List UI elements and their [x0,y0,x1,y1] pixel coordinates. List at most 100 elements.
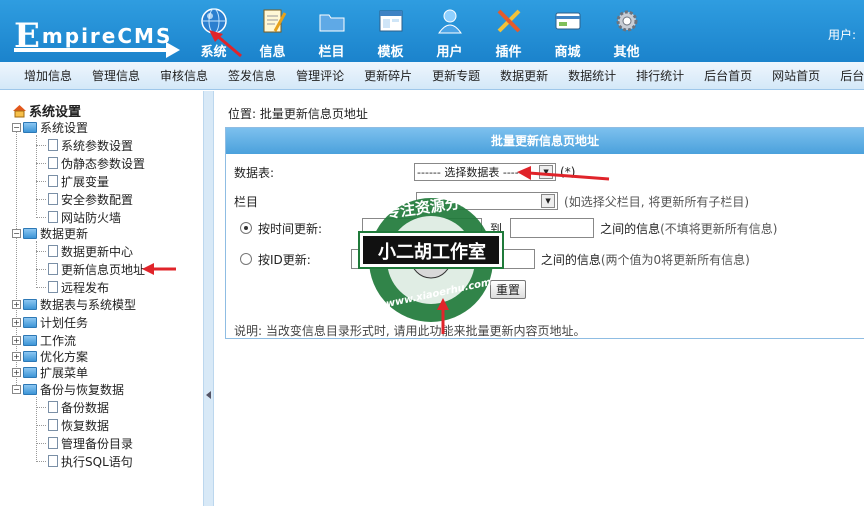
tree-group-backup[interactable]: − 备份与恢复数据 [12,381,124,397]
collapse-icon: − [12,384,21,394]
tree-item-label: 更新信息页地址 [61,262,146,277]
folder-icon [23,298,37,310]
user-label: 用户: [827,28,856,42]
tree-item-pseudo-static[interactable]: 伪静态参数设置 [36,155,145,171]
nav-shop-label: 商城 [554,45,581,60]
subnav-update-topic[interactable]: 更新专题 [432,67,480,84]
tree-item-exec-sql[interactable]: 执行SQL语句 [36,453,133,469]
annotation-arrow-table-select [517,166,610,181]
tree-item-label: 远程发布 [61,280,110,295]
expand-icon: + [12,317,21,327]
end-time-input[interactable] [510,218,595,238]
subnav-site-home[interactable]: 网站首页 [772,67,820,84]
page-icon [48,193,58,205]
page-icon [48,139,58,151]
tree-group-data-update[interactable]: − 数据更新 [12,225,88,241]
tree-item-label: 数据更新中心 [61,244,134,259]
subnav-admin-map[interactable]: 后台地图 [840,67,864,84]
nav-column[interactable]: 栏目 [302,0,361,62]
folder-open-icon [23,121,37,133]
nav-plugin[interactable]: 插件 [479,0,538,62]
nav-column-label: 栏目 [318,45,345,60]
chevron-down-icon: ▼ [541,194,556,208]
folder-open-icon [23,227,37,239]
nav-template[interactable]: 模板 [361,0,420,62]
nav-info[interactable]: 信息 [243,0,302,62]
page-icon [48,157,58,169]
nav-user[interactable]: 用户 [420,0,479,62]
radio-by-id[interactable] [240,253,252,265]
between-label-time: 之间的信息 [600,221,661,236]
tree-group-workflow[interactable]: + 工作流 [12,332,76,348]
page-icon [48,401,58,413]
collapse-icon: − [12,228,21,238]
subnav-rank-stats[interactable]: 排行统计 [636,67,684,84]
tree-group-system-settings[interactable]: − 系统设置 [12,119,88,135]
radio-by-time[interactable] [240,222,252,234]
notepad-icon [258,6,288,36]
sidebar: 系统设置 − 系统设置 系统参数设置 伪静态参数设置 扩展变量 安全参数配置 网站… [0,91,204,506]
tree-item-label: 管理备份目录 [61,436,134,451]
tree-item-system-params[interactable]: 系统参数设置 [36,137,134,153]
tree-item-ext-vars[interactable]: 扩展变量 [36,173,110,189]
card-icon [553,6,583,36]
subnav-data-stats[interactable]: 数据统计 [568,67,616,84]
tree-group-label: 扩展菜单 [40,365,89,380]
folder-icon [23,350,37,362]
tree-item-security[interactable]: 安全参数配置 [36,191,133,207]
nav-shop[interactable]: 商城 [538,0,597,62]
tree-group-label: 备份与恢复数据 [40,382,125,397]
folder-icon [317,6,347,36]
time-hint: (不填将更新所有信息) [660,221,778,236]
subnav-add-info[interactable]: 增加信息 [24,67,72,84]
column-label: 栏目 [234,194,259,209]
page-icon [48,437,58,449]
expand-icon: + [12,351,21,361]
tree-group-optimize[interactable]: + 优化方案 [12,348,88,364]
subnav-data-update[interactable]: 数据更新 [500,67,548,84]
expand-icon: + [12,299,21,309]
form-title: 批量更新信息页地址 [226,128,864,154]
subnav-admin-home[interactable]: 后台首页 [704,67,752,84]
tree-item-update-center[interactable]: 数据更新中心 [36,243,134,259]
tree-group-label: 优化方案 [40,349,89,364]
watermark-seal: 专注资源分享 小二胡工作室 www.xiaoerhu.com [355,188,507,328]
breadcrumb: 位置: 批量更新信息页地址 [228,107,368,121]
tree-item-label: 扩展变量 [61,174,110,189]
sidebar-title: 系统设置 [12,101,81,120]
subnav-manage-info[interactable]: 管理信息 [92,67,140,84]
tree-item-label: 备份数据 [61,400,110,415]
tree-item-label: 系统参数设置 [61,138,134,153]
tree-item-backup-data[interactable]: 备份数据 [36,399,110,415]
table-select-value: ------ 选择数据表 ----- [417,166,523,179]
folder-icon [23,334,37,346]
tree-group-label: 数据更新 [40,226,89,241]
tree-group-scheduled-tasks[interactable]: + 计划任务 [12,314,88,330]
sidebar-toggle[interactable] [204,91,214,506]
subnav-sign-info[interactable]: 签发信息 [228,67,276,84]
subnav-manage-comment[interactable]: 管理评论 [296,67,344,84]
page-icon [48,419,58,431]
subnav-review-info[interactable]: 审核信息 [160,67,208,84]
tree-item-remote-publish[interactable]: 远程发布 [36,279,110,295]
tree-item-firewall[interactable]: 网站防火墙 [36,209,121,225]
annotation-arrow-start [437,298,449,334]
tree-item-manage-backup-dir[interactable]: 管理备份目录 [36,435,134,451]
nav-user-label: 用户 [436,45,463,60]
by-id-label: 按ID更新: [258,252,311,267]
id-hint: (两个值为0将更新所有信息) [600,252,750,267]
gear-icon [612,6,642,36]
top-header: EmpireCMS 系统 信息 栏目 模板 用户 插件 商城 其他 用户: [0,0,864,62]
tree-item-label: 恢复数据 [61,418,110,433]
tree-group-ext-menu[interactable]: + 扩展菜单 [12,364,88,380]
empirecms-logo: EmpireCMS [6,8,180,58]
tree-item-restore-data[interactable]: 恢复数据 [36,417,110,433]
tree-item-update-info-url[interactable]: 更新信息页地址 [36,261,146,277]
nav-other[interactable]: 其他 [597,0,656,62]
watermark-banner-text: 小二胡工作室 [378,242,486,263]
tree-group-tables-models[interactable]: + 数据表与系统模型 [12,296,136,312]
logo-rest: mpireCMS [41,24,173,48]
expand-icon: + [12,335,21,345]
column-hint: (如选择父栏目, 将更新所有子栏目) [564,194,750,209]
subnav-update-fragment[interactable]: 更新碎片 [364,67,412,84]
